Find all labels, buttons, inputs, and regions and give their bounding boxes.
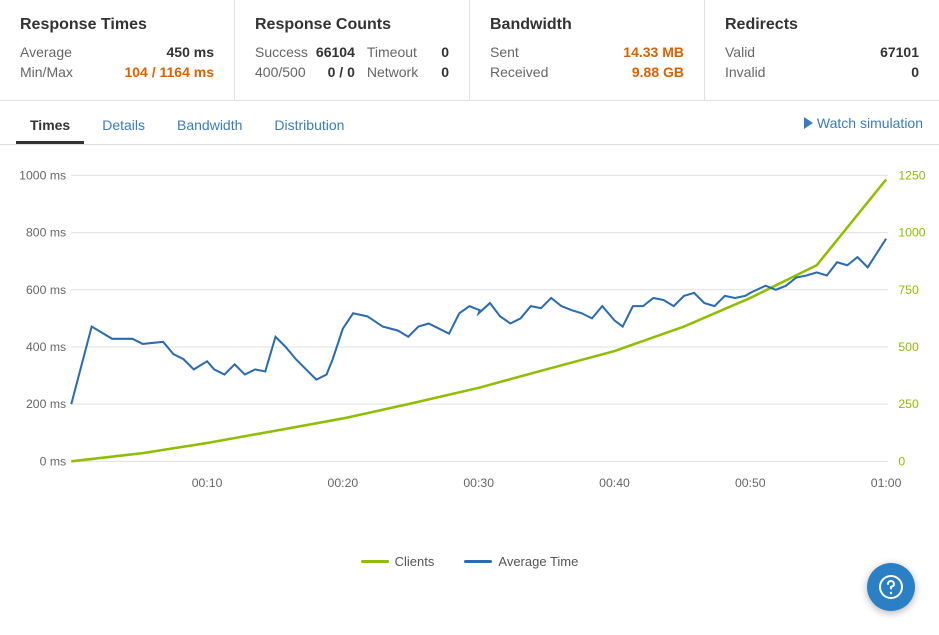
minmax-value: 104 / 1164 ms [124, 64, 214, 80]
svg-text:800 ms: 800 ms [26, 226, 66, 240]
tab-bandwidth[interactable]: Bandwidth [163, 109, 256, 144]
svg-text:250: 250 [898, 397, 919, 411]
average-value: 450 ms [167, 44, 214, 60]
invalid-label: Invalid [725, 64, 765, 80]
clients-legend-label: Clients [395, 554, 435, 569]
svg-text:500: 500 [898, 340, 919, 354]
svg-text:1000: 1000 [898, 226, 925, 240]
status-value: 0 / 0 [328, 64, 355, 80]
legend-clients: Clients [361, 554, 435, 569]
timeout-value: 0 [441, 44, 449, 60]
network-value: 0 [441, 64, 449, 80]
play-icon [804, 117, 813, 129]
timeout-label: Timeout [367, 44, 417, 60]
svg-text:0 ms: 0 ms [40, 454, 67, 468]
clients-line [71, 180, 886, 462]
valid-value: 67101 [880, 44, 919, 60]
tab-details[interactable]: Details [88, 109, 159, 144]
watch-simulation-button[interactable]: Watch simulation [804, 115, 923, 139]
chart-area: 1000 ms 800 ms 600 ms 400 ms 200 ms 0 ms… [0, 145, 939, 609]
svg-text:00:30: 00:30 [463, 476, 494, 490]
svg-text:1000 ms: 1000 ms [19, 169, 66, 183]
network-label: Network [367, 64, 418, 80]
svg-text:00:10: 00:10 [192, 476, 223, 490]
svg-text:1250: 1250 [898, 169, 925, 183]
stats-cards: Response Times Average 450 ms Min/Max 10… [0, 0, 939, 101]
average-time-legend-label: Average Time [498, 554, 578, 569]
clients-legend-line [361, 560, 389, 563]
sent-label: Sent [490, 44, 519, 60]
valid-label: Valid [725, 44, 755, 60]
bandwidth-title: Bandwidth [490, 16, 684, 34]
tab-times[interactable]: Times [16, 109, 84, 144]
success-label: Success [255, 44, 308, 60]
average-time-legend-line [464, 560, 492, 563]
invalid-value: 0 [911, 64, 919, 80]
times-chart: 1000 ms 800 ms 600 ms 400 ms 200 ms 0 ms… [10, 155, 929, 543]
response-times-title: Response Times [20, 16, 214, 34]
legend-average-time: Average Time [464, 554, 578, 569]
svg-text:400 ms: 400 ms [26, 340, 66, 354]
redirects-card: Redirects Valid 67101 Invalid 0 [705, 0, 939, 100]
tab-distribution[interactable]: Distribution [260, 109, 358, 144]
help-fab[interactable] [867, 563, 915, 611]
received-value: 9.88 GB [632, 64, 684, 80]
svg-text:200 ms: 200 ms [26, 397, 66, 411]
success-value: 66104 [316, 44, 355, 60]
bandwidth-card: Bandwidth Sent 14.33 MB Received 9.88 GB [470, 0, 705, 100]
help-icon [878, 574, 904, 600]
minmax-label: Min/Max [20, 64, 73, 80]
sent-value: 14.33 MB [623, 44, 684, 60]
response-counts-card: Response Counts Success 66104 Timeout 0 … [235, 0, 470, 100]
response-counts-title: Response Counts [255, 16, 449, 34]
average-time-line [71, 239, 886, 404]
svg-text:00:50: 00:50 [735, 476, 766, 490]
average-label: Average [20, 44, 72, 60]
svg-text:01:00: 01:00 [871, 476, 902, 490]
svg-text:00:20: 00:20 [328, 476, 359, 490]
chart-legend: Clients Average Time [10, 554, 929, 569]
redirects-title: Redirects [725, 16, 919, 34]
svg-text:00:40: 00:40 [599, 476, 630, 490]
svg-text:750: 750 [898, 283, 919, 297]
svg-text:600 ms: 600 ms [26, 283, 66, 297]
response-times-card: Response Times Average 450 ms Min/Max 10… [0, 0, 235, 100]
status-label: 400/500 [255, 64, 306, 80]
watch-simulation-label: Watch simulation [817, 115, 923, 131]
svg-text:0: 0 [898, 454, 905, 468]
received-label: Received [490, 64, 548, 80]
tabs-bar: Times Details Bandwidth Distribution Wat… [0, 101, 939, 145]
